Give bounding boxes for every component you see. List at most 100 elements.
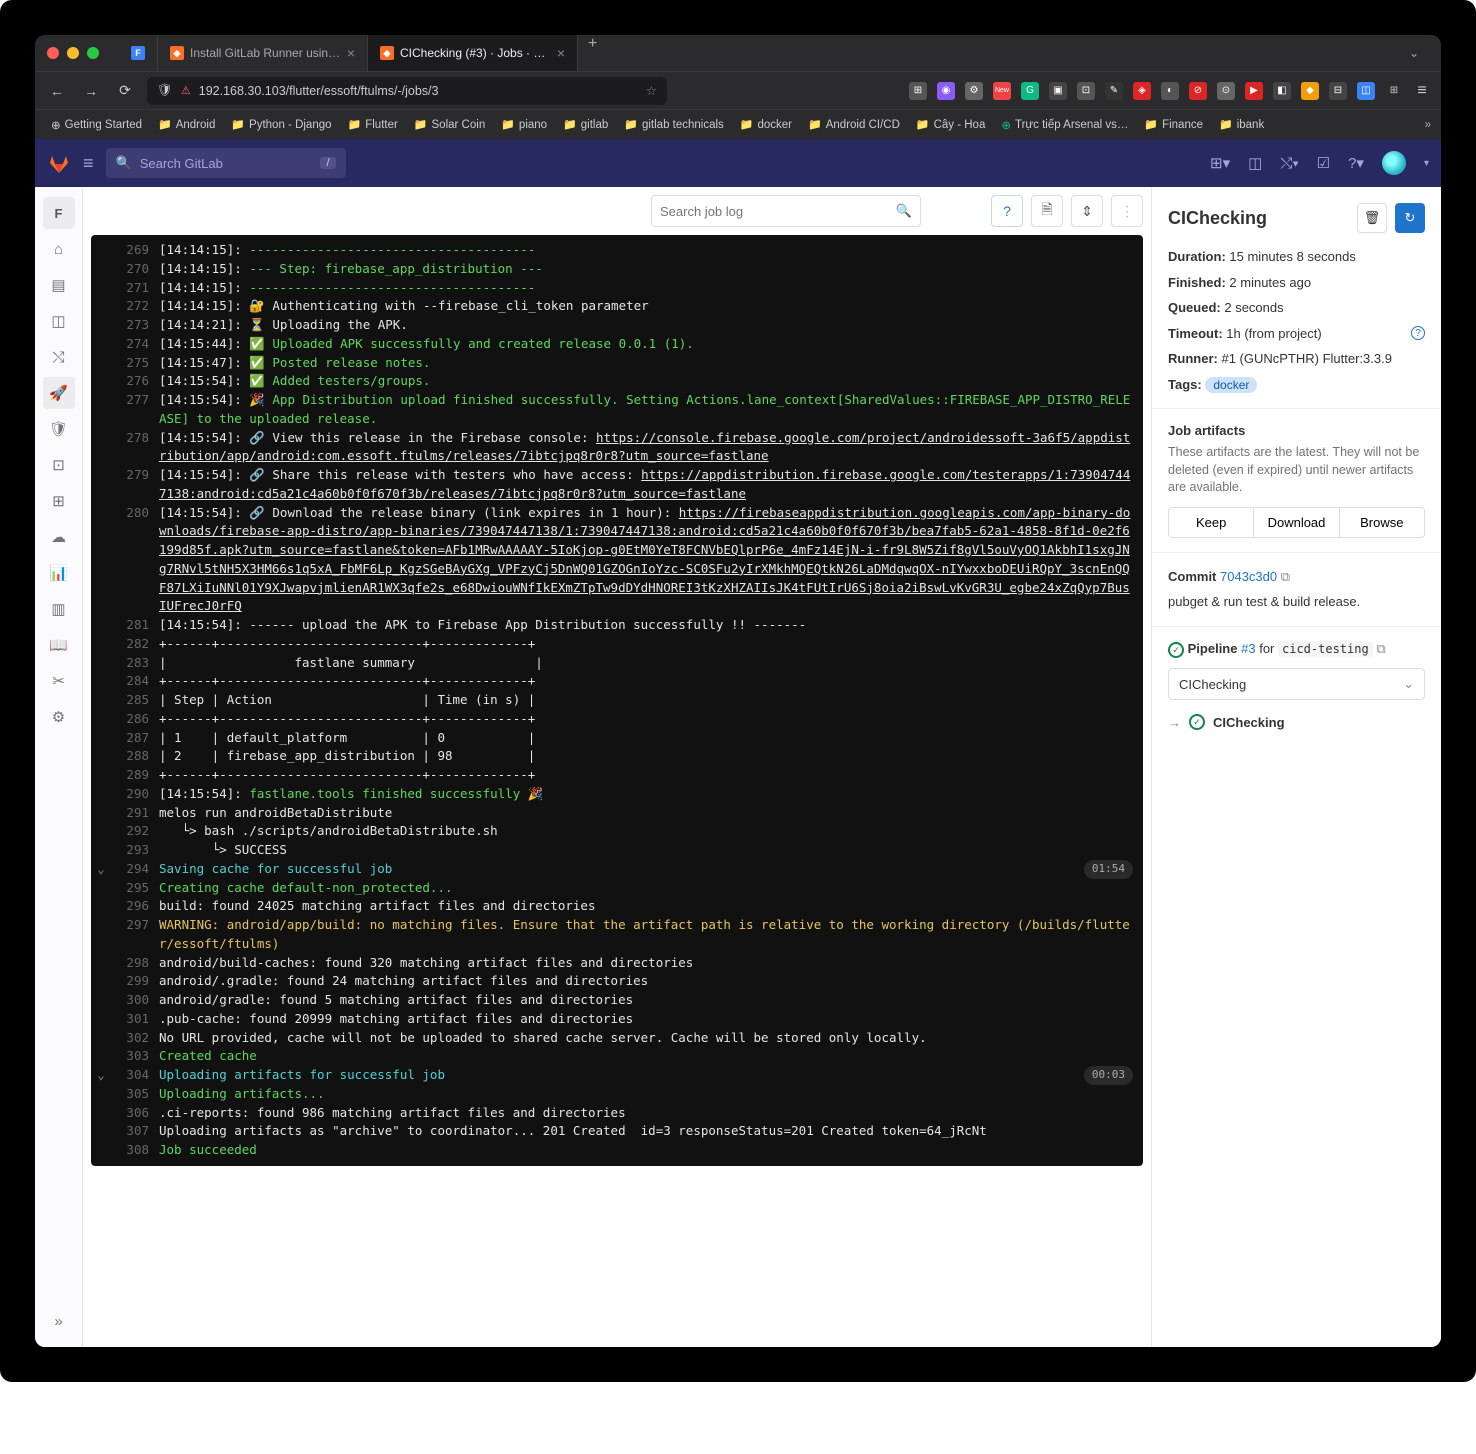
close-window[interactable] [47, 47, 59, 59]
line-number[interactable]: 289 [111, 766, 159, 785]
line-number[interactable]: 272 [111, 297, 159, 316]
line-number[interactable]: 307 [111, 1122, 159, 1141]
stage-select[interactable]: CIChecking ⌄ [1168, 668, 1425, 700]
help-button[interactable]: ? [991, 195, 1023, 227]
url-input[interactable]: 🛡 ⚠ 192.168.30.103/flutter/essoft/ftulms… [147, 77, 667, 105]
collapse-icon[interactable]: ⌄ [91, 1066, 111, 1085]
retry-button[interactable]: ↻ [1395, 203, 1425, 233]
keep-button[interactable]: Keep [1169, 508, 1254, 537]
bookmark-item[interactable]: ⊕Getting Started [45, 118, 148, 132]
traffic-lights[interactable] [47, 47, 99, 59]
line-number[interactable]: 271 [111, 279, 159, 298]
line-number[interactable]: 292 [111, 822, 159, 841]
job-log-search[interactable]: 🔍 [651, 195, 921, 227]
line-number[interactable]: 291 [111, 804, 159, 823]
copy-icon[interactable]: ⧉ [1376, 641, 1385, 656]
line-number[interactable]: 285 [111, 691, 159, 710]
copy-icon[interactable]: ⧉ [1281, 569, 1290, 584]
ext-icon[interactable]: ✎ [1105, 82, 1123, 100]
nav-snippets-icon[interactable]: ✂ [43, 665, 75, 697]
user-avatar[interactable] [1382, 151, 1406, 175]
ext-icon[interactable]: ◐ [1161, 82, 1179, 100]
job-log-search-input[interactable] [660, 204, 896, 219]
nav-wiki-icon[interactable]: 📖 [43, 629, 75, 661]
maximize-window[interactable] [87, 47, 99, 59]
hamburger-menu-icon[interactable]: ≡ [83, 153, 94, 174]
bookmark-folder[interactable]: 📁piano [495, 118, 553, 131]
line-number[interactable]: 303 [111, 1047, 159, 1066]
line-number[interactable]: 295 [111, 879, 159, 898]
bookmarks-overflow-icon[interactable]: » [1425, 119, 1431, 131]
line-number[interactable]: 269 [111, 241, 159, 260]
line-number[interactable]: 283 [111, 654, 159, 673]
bookmark-folder[interactable]: 📁Finance [1138, 118, 1209, 131]
nav-analytics-icon[interactable]: ▥ [43, 593, 75, 625]
back-button[interactable]: ← [45, 83, 69, 99]
line-number[interactable]: 284 [111, 672, 159, 691]
gitlab-logo[interactable] [47, 151, 71, 175]
collapse-icon[interactable]: ⌄ [91, 860, 111, 879]
browser-tab-active[interactable]: ◆ CIChecking (#3) · Jobs · Flutter… × [368, 35, 578, 71]
line-number[interactable]: 304 [111, 1066, 159, 1085]
line-number[interactable]: 298 [111, 954, 159, 973]
line-number[interactable]: 290 [111, 785, 159, 804]
nav-deploy-icon[interactable]: ⊡ [43, 449, 75, 481]
line-number[interactable]: 297 [111, 916, 159, 954]
line-number[interactable]: 300 [111, 991, 159, 1010]
scroll-button[interactable]: ⇕ [1071, 195, 1103, 227]
nav-mr-icon[interactable]: ⤭ [43, 341, 75, 373]
browser-tab[interactable]: F [119, 35, 158, 71]
commit-sha-link[interactable]: 7043c3d0 [1220, 569, 1277, 584]
ext-icon[interactable]: ⊟ [1329, 82, 1347, 100]
line-number[interactable]: 301 [111, 1010, 159, 1029]
line-number[interactable]: 281 [111, 616, 159, 635]
forward-button[interactable]: → [79, 83, 103, 99]
line-number[interactable]: 294 [111, 860, 159, 879]
tabs-dropdown-icon[interactable]: ⌄ [1399, 46, 1429, 60]
todos-icon[interactable]: ☑ [1317, 154, 1330, 172]
bookmark-item[interactable]: ⊕Trực tiếp Arsenal vs… [995, 118, 1134, 132]
extensions-menu-icon[interactable]: ⊞ [1385, 82, 1403, 100]
hamburger-menu-icon[interactable]: ≡ [1413, 82, 1431, 100]
bookmark-folder[interactable]: 📁Cây - Hoa [910, 118, 991, 131]
ext-icon[interactable]: G [1021, 82, 1039, 100]
line-number[interactable]: 280 [111, 504, 159, 617]
more-button[interactable]: ⋮ [1111, 195, 1143, 227]
search-icon[interactable]: 🔍 [896, 203, 912, 219]
line-number[interactable]: 299 [111, 972, 159, 991]
bookmark-folder[interactable]: 📁Solar Coin [408, 118, 491, 131]
line-number[interactable]: 293 [111, 841, 159, 860]
issues-icon[interactable]: ◫ [1248, 154, 1262, 172]
bookmark-folder[interactable]: 📁gitlab technicals [618, 118, 730, 131]
new-tab-button[interactable]: + [578, 35, 607, 71]
bookmark-folder[interactable]: 📁Python - Django [225, 118, 337, 131]
minimize-window[interactable] [67, 47, 79, 59]
line-number[interactable]: 273 [111, 316, 159, 335]
nav-issues-icon[interactable]: ◫ [43, 305, 75, 337]
bookmark-folder[interactable]: 📁docker [734, 118, 798, 131]
line-number[interactable]: 270 [111, 260, 159, 279]
project-avatar[interactable]: F [43, 197, 75, 229]
ext-icon[interactable]: ◉ [937, 82, 955, 100]
bookmark-folder[interactable]: 📁Flutter [342, 118, 404, 131]
line-number[interactable]: 277 [111, 391, 159, 429]
line-number[interactable]: 282 [111, 635, 159, 654]
line-number[interactable]: 302 [111, 1029, 159, 1048]
line-number[interactable]: 278 [111, 429, 159, 467]
line-number[interactable]: 276 [111, 372, 159, 391]
line-number[interactable]: 287 [111, 729, 159, 748]
bookmark-star-icon[interactable]: ☆ [646, 83, 657, 98]
nav-collapse-icon[interactable]: » [43, 1305, 75, 1337]
erase-button[interactable]: 🗑 [1357, 203, 1387, 233]
line-number[interactable]: 296 [111, 897, 159, 916]
ext-icon[interactable]: ◆ [1301, 82, 1319, 100]
bookmark-folder[interactable]: 📁Android [152, 118, 221, 131]
browse-button[interactable]: Browse [1340, 508, 1424, 537]
ext-icon[interactable]: New [993, 82, 1011, 100]
line-number[interactable]: 305 [111, 1085, 159, 1104]
nav-security-icon[interactable]: 🛡 [43, 413, 75, 445]
info-icon[interactable]: ? [1411, 326, 1425, 340]
nav-settings-icon[interactable]: ⚙ [43, 701, 75, 733]
ext-icon[interactable]: ◧ [1273, 82, 1291, 100]
avatar-dropdown-icon[interactable]: ▾ [1424, 158, 1429, 169]
